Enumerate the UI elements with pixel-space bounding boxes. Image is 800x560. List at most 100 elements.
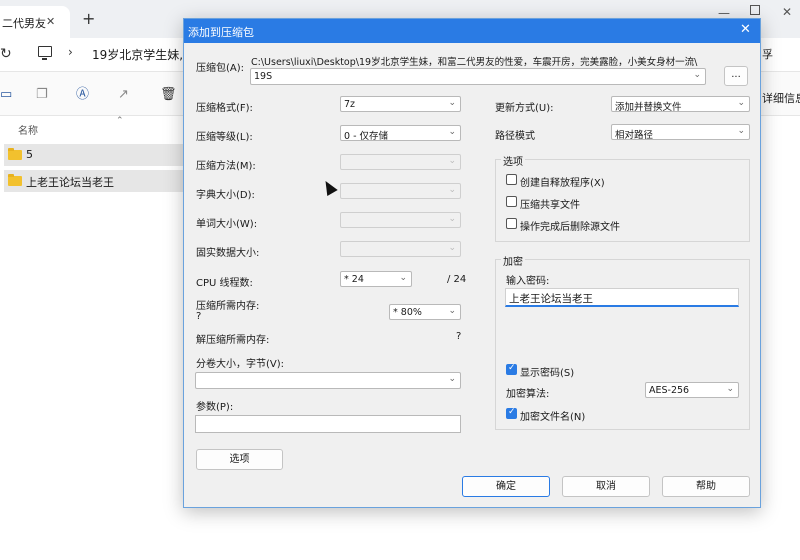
word-select[interactable]: ⌄ [340, 212, 461, 228]
mem-comp-label: 压缩所需内存: [196, 301, 260, 312]
shared-checkbox[interactable] [506, 196, 517, 207]
password-input[interactable]: 上老王论坛当老王 [505, 288, 739, 307]
chevron-down-icon: ⌄ [693, 70, 701, 80]
level-label: 压缩等级(L): [196, 132, 253, 143]
browse-button[interactable]: ... [724, 66, 748, 86]
chevron-down-icon: ⌄ [448, 374, 456, 384]
archive-name-value: 19S [254, 71, 273, 82]
refresh-icon[interactable]: ↻ [0, 46, 12, 62]
update-label: 更新方式(U): [495, 103, 554, 114]
paste-icon[interactable]: ❐ [36, 88, 50, 102]
list-item[interactable]: 5 [4, 144, 183, 166]
level-select[interactable]: 0 - 仅存储 ⌄ [340, 125, 461, 142]
pathmode-value: 相对路径 [615, 130, 654, 141]
volume-label: 分卷大小，字节(V): [196, 359, 285, 370]
show-password-label: 显示密码(S) [520, 368, 575, 379]
archive-name-input[interactable]: 19S ⌄ [250, 68, 706, 85]
mem-decomp-value: ? [456, 331, 462, 342]
delete-source-checkbox[interactable] [506, 218, 517, 229]
pathmode-select[interactable]: 相对路径 ⌄ [611, 124, 750, 141]
threads-label: CPU 线程数: [196, 278, 253, 289]
help-button[interactable]: 帮助 [662, 476, 750, 497]
column-name[interactable]: 名称 [18, 122, 38, 137]
options-button[interactable]: 选项 [196, 449, 283, 470]
dict-label: 字典大小(D): [196, 190, 255, 201]
tab-explorer[interactable]: 二代男友 ✕ [0, 6, 70, 38]
show-password-checkbox[interactable] [506, 363, 517, 375]
list-item[interactable]: 上老王论坛当老王 [4, 170, 183, 192]
archive-path: C:\Users\liuxi\Desktop\19岁北京学生妹，和富二代男友的性… [251, 57, 698, 68]
params-label: 参数(P): [196, 402, 234, 413]
close-icon[interactable]: ✕ [46, 15, 55, 28]
algo-select[interactable]: AES-256 ⌄ [645, 382, 739, 398]
delete-source-label: 操作完成后删除源文件 [520, 222, 620, 233]
algo-label: 加密算法: [506, 389, 550, 400]
solid-label: 固实数据大小: [196, 248, 260, 259]
window-close-icon[interactable]: ✕ [782, 5, 792, 19]
mem-decomp-label: 解压缩所需内存: [196, 335, 270, 346]
threads-select[interactable]: * 24 ⌄ [340, 271, 412, 287]
encrypt-names-checkbox[interactable] [506, 407, 517, 419]
update-select[interactable]: 添加并替换文件 ⌄ [611, 96, 750, 113]
file-list-header: ⌃ 名称 [0, 116, 183, 142]
chevron-down-icon: ⌄ [737, 126, 745, 136]
chevron-down-icon: ⌄ [737, 98, 745, 108]
chevron-down-icon: ⌄ [448, 185, 456, 195]
method-label: 压缩方法(M): [196, 161, 256, 172]
tab-title: 二代男友 [2, 17, 46, 30]
maximize-icon[interactable] [750, 5, 760, 15]
new-item-icon[interactable]: ▭ [0, 88, 14, 102]
breadcrumb[interactable]: 19岁北京学生妹, [92, 46, 183, 63]
sfx-checkbox[interactable] [506, 174, 517, 185]
chevron-right-icon[interactable]: › [68, 45, 73, 59]
folder-icon [8, 174, 22, 186]
chevron-down-icon: ⌄ [448, 243, 456, 253]
chevron-down-icon: ⌄ [448, 306, 456, 316]
add-tab-icon[interactable]: + [82, 9, 95, 28]
algo-value: AES-256 [649, 385, 690, 396]
add-to-archive-dialog: 添加到压缩包 ✕ 压缩包(A): C:\Users\liuxi\Desktop\… [183, 18, 761, 508]
monitor-icon[interactable] [38, 46, 52, 60]
format-value: 7z [344, 99, 356, 110]
method-select[interactable]: ⌄ [340, 154, 461, 170]
folder-icon [8, 148, 22, 160]
format-select[interactable]: 7z ⌄ [340, 96, 461, 112]
level-value: 0 - 仅存储 [344, 131, 389, 142]
password-label: 输入密码: [506, 276, 550, 287]
dialog-title: 添加到压缩包 [188, 26, 254, 39]
delete-icon[interactable]: 🗑 [160, 88, 177, 102]
encrypt-names-label: 加密文件名(N) [520, 412, 586, 423]
update-value: 添加并替换文件 [615, 102, 682, 113]
mem-comp-sub: ? [196, 311, 202, 322]
file-name: 5 [26, 148, 33, 161]
address-right-text: 孚 [762, 48, 773, 61]
file-name: 上老王论坛当老王 [26, 176, 114, 189]
shared-label: 压缩共享文件 [520, 200, 580, 211]
ok-button[interactable]: 确定 [462, 476, 550, 497]
word-label: 单词大小(W): [196, 219, 258, 230]
threads-value: * 24 [344, 274, 364, 285]
sort-icon[interactable]: ⌃ [116, 116, 124, 126]
dict-select[interactable]: ⌄ [340, 183, 461, 199]
solid-select[interactable]: ⌄ [340, 241, 461, 257]
chevron-down-icon: ⌄ [448, 127, 456, 137]
rename-icon[interactable]: Ⓐ [76, 88, 90, 102]
mem-comp-select[interactable]: * 80% ⌄ [389, 304, 461, 320]
dialog-title-bar: 添加到压缩包 ✕ [184, 19, 760, 43]
pathmode-label: 路径模式 [495, 131, 535, 142]
cancel-button[interactable]: 取消 [562, 476, 650, 497]
volume-select[interactable]: ⌄ [195, 372, 461, 389]
sfx-label: 创建自释放程序(X) [520, 178, 605, 189]
mem-comp-value: * 80% [393, 307, 422, 318]
chevron-down-icon: ⌄ [448, 98, 456, 108]
params-input[interactable] [195, 415, 461, 433]
chevron-down-icon: ⌄ [448, 156, 456, 166]
encrypt-group-title: 加密 [501, 253, 525, 268]
close-icon[interactable]: ✕ [740, 22, 751, 37]
chevron-down-icon: ⌄ [399, 273, 407, 283]
password-value: 上老王论坛当老王 [509, 293, 593, 305]
chevron-down-icon: ⌄ [726, 384, 734, 394]
details-button[interactable]: 详细信息 [762, 90, 800, 106]
threads-max: / 24 [447, 274, 467, 285]
share-icon[interactable]: ↗ [118, 88, 132, 102]
